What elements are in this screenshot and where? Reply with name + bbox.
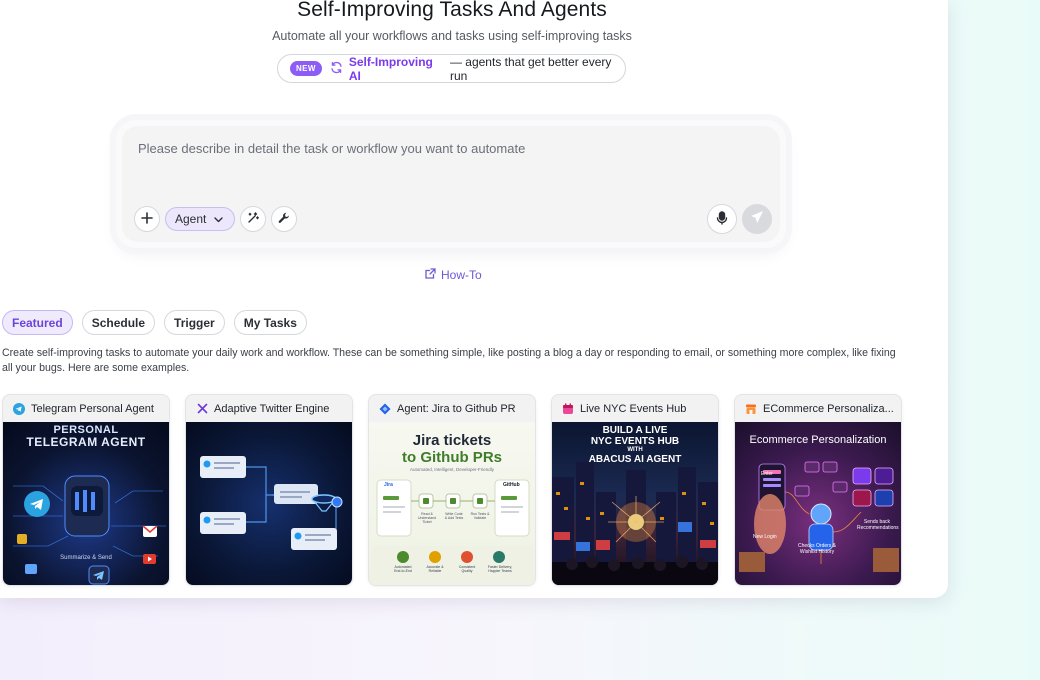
card-image [186, 422, 352, 585]
how-to-label: How-To [441, 268, 482, 282]
telegram-icon [13, 402, 25, 415]
agent-mode-select[interactable]: Agent [165, 207, 235, 231]
card-nyc-events[interactable]: Live NYC Events Hub BUILD A LIVE NYC EVE… [551, 394, 719, 586]
art-enter-label: Enter [761, 471, 773, 477]
card-header: Live NYC Events Hub [552, 395, 718, 422]
plus-icon [141, 211, 153, 227]
art-feature: Accurate & Reliable [426, 565, 444, 573]
wrench-icon [278, 212, 290, 227]
main-panel: Self-Improving Tasks And Agents Automate… [0, 0, 948, 598]
announcement-pill[interactable]: NEW Self-Improving AI — agents that get … [277, 54, 626, 83]
tab-featured[interactable]: Featured [2, 310, 73, 335]
art-caption: Summarize & Send [60, 555, 112, 561]
card-twitter-engine[interactable]: Adaptive Twitter Engine [185, 394, 353, 586]
new-badge: NEW [290, 61, 322, 76]
add-button[interactable] [134, 206, 160, 232]
card-image: Jira tickets to Github PRs Automated, In… [369, 422, 535, 585]
x-logo-icon [196, 403, 208, 415]
magic-wand-icon [247, 211, 259, 227]
art-recs-label: Sends back Recommendations [857, 519, 899, 531]
card-title: Live NYC Events Hub [580, 402, 687, 415]
page-subtitle: Automate all your workflows and tasks us… [272, 29, 632, 43]
task-composer: Please describe in detail the task or wo… [116, 120, 786, 248]
external-link-icon [425, 268, 436, 282]
art-step: Run Tests & Validate [470, 512, 490, 520]
art-history-label: Checks Orders & Wishlist History [797, 543, 837, 555]
tools-button[interactable] [271, 206, 297, 232]
task-input-placeholder[interactable]: Please describe in detail the task or wo… [138, 141, 525, 156]
pill-text: — agents that get better every run [449, 54, 612, 83]
enhance-prompt-button[interactable] [240, 206, 266, 232]
card-header: Agent: Jira to Github PR [369, 395, 535, 422]
card-image: Ecommerce Personalization Enter New Logi… [735, 422, 901, 585]
art-line: Jira tickets [412, 432, 492, 449]
refresh-icon [330, 61, 343, 76]
calendar-icon [562, 403, 574, 415]
art-line: to Github PRs [402, 449, 502, 466]
card-image: BUILD A LIVE NYC EVENTS HUB WITH ABACUS … [552, 422, 718, 585]
pill-highlight: Self-Improving AI [348, 54, 433, 83]
voice-input-button[interactable] [707, 204, 737, 234]
art-left-label: Jira [384, 482, 393, 488]
art-step: Read & Understand Ticket [417, 512, 437, 524]
page-title: Self-Improving Tasks And Agents [297, 0, 607, 21]
card-title: Adaptive Twitter Engine [214, 402, 330, 415]
microphone-icon [716, 210, 728, 228]
send-button[interactable] [742, 204, 772, 234]
art-tagline: Automated, Intelligent, Developer-Friend… [409, 467, 495, 472]
chevron-down-icon [214, 212, 224, 226]
agent-mode-label: Agent [175, 212, 207, 226]
jira-icon [379, 403, 391, 415]
art-right-label: GitHub [503, 482, 520, 488]
store-icon [745, 403, 757, 415]
art-line: WITH [627, 447, 643, 453]
card-title: ECommerce Personaliza... [763, 402, 894, 415]
example-cards: Telegram Personal Agent PERSONAL TELEGRA… [2, 394, 902, 586]
card-header: ECommerce Personaliza... [735, 395, 901, 422]
card-title: Telegram Personal Agent [31, 402, 154, 415]
art-line: ABACUS AI AGENT [588, 454, 682, 465]
art-feature: Consistent Quality [458, 565, 476, 573]
card-ecommerce-personalization[interactable]: ECommerce Personaliza... Ecommerce Perso… [734, 394, 902, 586]
card-telegram-agent[interactable]: Telegram Personal Agent PERSONAL TELEGRA… [2, 394, 170, 586]
art-step: Write Code & Add Tests [444, 512, 464, 520]
tab-schedule[interactable]: Schedule [81, 310, 156, 335]
art-line: NYC EVENTS HUB [590, 436, 680, 447]
how-to-link[interactable]: How-To [425, 268, 482, 282]
send-icon [750, 210, 764, 229]
tab-trigger[interactable]: Trigger [164, 310, 225, 335]
art-line: Ecommerce Personalization [749, 434, 887, 446]
card-image: PERSONAL TELEGRAM AGENT Summarize & Send [3, 422, 169, 585]
task-input-area[interactable]: Please describe in detail the task or wo… [122, 126, 780, 242]
art-feature: Faster Delivery, Happier Teams [487, 565, 513, 573]
card-title: Agent: Jira to Github PR [397, 402, 516, 415]
tab-my-tasks[interactable]: My Tasks [233, 310, 307, 335]
art-feature: Automated End-to-End [394, 565, 412, 573]
art-login-label: New Login [753, 534, 777, 540]
card-header: Adaptive Twitter Engine [186, 395, 352, 422]
task-tabs: Featured Schedule Trigger My Tasks [2, 310, 307, 335]
art-line: BUILD A LIVE [602, 425, 668, 436]
card-header: Telegram Personal Agent [3, 395, 169, 422]
featured-description: Create self-improving tasks to automate … [2, 347, 896, 374]
card-jira-github[interactable]: Agent: Jira to Github PR Jira tickets to… [368, 394, 536, 586]
